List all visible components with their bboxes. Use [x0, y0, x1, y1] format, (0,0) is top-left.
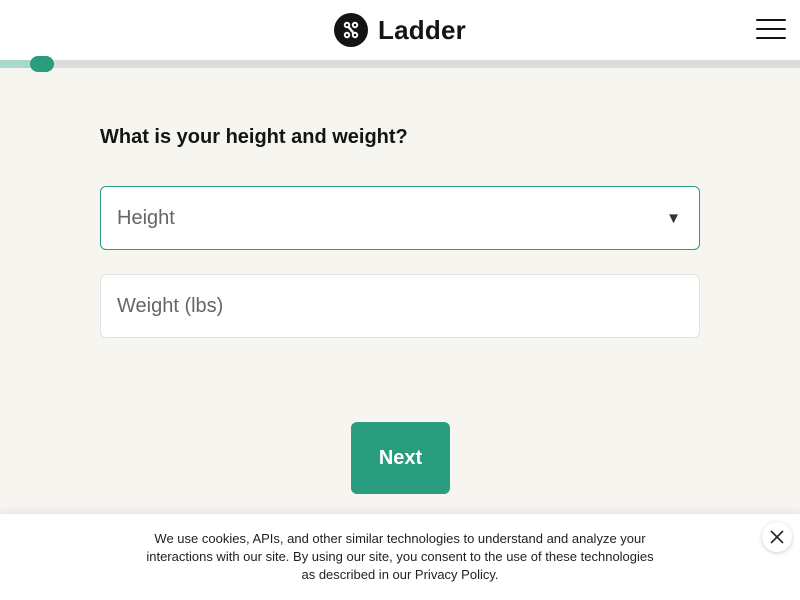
close-icon[interactable]: [762, 522, 792, 552]
hamburger-menu-icon[interactable]: [756, 16, 786, 42]
cookie-consent-text: We use cookies, APIs, and other similar …: [146, 531, 654, 582]
weight-input[interactable]: [117, 294, 683, 318]
question-heading: What is your height and weight?: [100, 126, 408, 148]
brand-name: Ladder: [378, 14, 466, 45]
weight-field[interactable]: [100, 274, 700, 338]
ladder-logo-icon: [334, 13, 369, 47]
progress-bar: [0, 56, 800, 72]
height-select[interactable]: Height ▼: [100, 186, 700, 250]
next-button[interactable]: Next: [351, 422, 450, 494]
site-header: Ladder: [0, 0, 800, 60]
brand-logo[interactable]: Ladder: [334, 13, 466, 47]
height-select-placeholder: Height: [117, 206, 175, 229]
progress-indicator: [30, 56, 54, 72]
chevron-down-icon: ▼: [666, 209, 681, 227]
cookie-banner: We use cookies, APIs, and other similar …: [0, 514, 800, 600]
